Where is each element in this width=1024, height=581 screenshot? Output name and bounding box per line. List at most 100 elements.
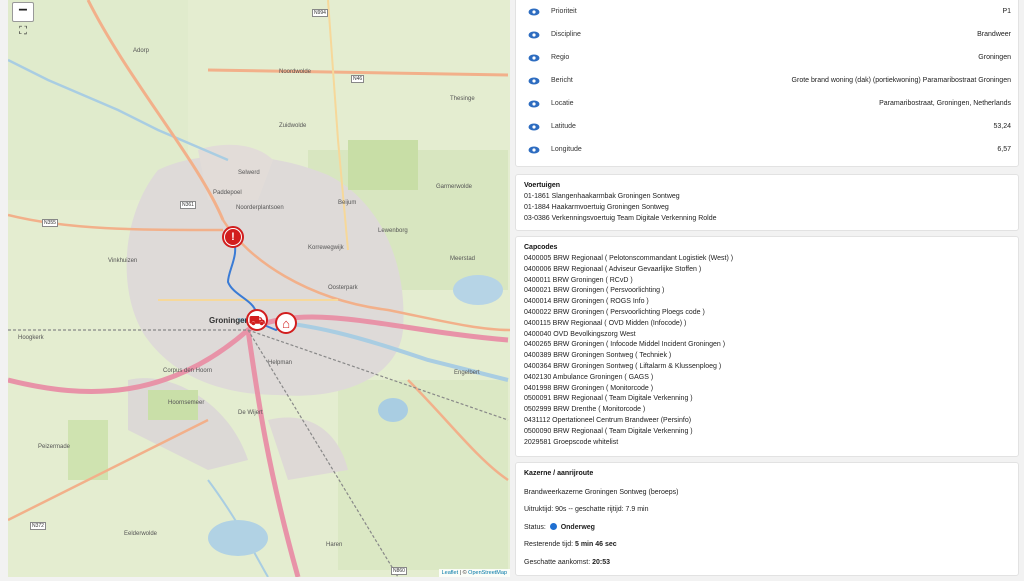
kazerne-name: Brandweerkazerne Groningen Sontweg (bero… [524,489,679,496]
road-shield-n355: N355 [42,219,58,227]
map-label-adorp: Adorp [133,48,150,54]
detail-label: Prioriteit [551,8,577,15]
fullscreen-icon[interactable]: ⛶ [16,24,30,38]
detail-label: Bericht [551,77,573,84]
map-label-corpus: Corpus den Hoorn [163,368,213,374]
kazerne-remaining: Resterende tijd: 5 min 46 sec [524,541,617,548]
road-shield-n860: N860 [391,567,407,575]
fire-station-marker[interactable]: ⌂ [275,312,297,334]
list-item: 0400115 BRW Regionaal ( OVD Midden (Info… [524,319,687,327]
detail-value: Brandweer [977,31,1011,38]
list-item: 0400021 BRW Groningen ( Persvoorlichting… [524,287,665,295]
map-label-oosterpark: Oosterpark [328,285,358,291]
list-item: 0400005 BRW Regionaal ( Pelotonscommanda… [524,255,734,262]
detail-label: Discipline [551,31,581,38]
remaining-label: Resterende tijd: [524,541,574,548]
detail-row-latitude: Latitude 53,24 [516,115,1020,138]
map-label-helpman: Helpman [268,360,293,366]
incident-details-card: Prioriteit P1 Discipline Brandweer Regio… [515,0,1019,167]
list-item: 0402130 Ambulance Groningen ( GAGS ) [524,373,654,381]
eye-icon[interactable] [528,100,540,108]
status-dot-icon [549,523,557,530]
remaining-value: 5 min 46 sec [574,541,617,548]
leaflet-link[interactable]: Leaflet [442,570,459,576]
exclamation-icon: ! [225,229,241,245]
detail-label: Regio [551,54,570,61]
eye-icon[interactable] [528,146,540,154]
capcodes-title: Capcodes [524,244,558,251]
map-label-zuidwolde: Zuidwolde [279,123,307,129]
detail-value: Grote brand woning (dak) (portiekwoning)… [791,77,1011,84]
list-item: 0502999 BRW Drenthe ( Monitorcode ) [524,406,646,414]
detail-value: P1 [1002,8,1011,15]
list-item: 0400011 BRW Groningen ( RCvD ) [524,276,633,284]
list-item: 01-1861 Slangenhaakarmbak Groningen Sont… [524,193,680,200]
map-label-selwerd: Selwerd [238,170,260,176]
detail-row-bericht: Bericht Grote brand woning (dak) (portie… [516,69,1020,92]
list-item: 0500090 BRW Regionaal ( Team Digitale Ve… [524,427,693,435]
list-item: 0401998 BRW Groningen ( Monitorcode ) [524,384,654,392]
list-item: 0400014 BRW Groningen ( ROGS Info ) [524,298,649,306]
eye-icon[interactable] [528,54,540,62]
eye-icon[interactable] [528,123,540,131]
detail-label: Longitude [551,146,582,153]
map-label-hoogkerk: Hoogkerk [18,335,44,341]
kazerne-status: Status: Onderweg [524,523,595,531]
map-label-noordwolde: Noordwolde [279,69,312,75]
road-shield-n994: N994 [312,9,328,17]
road-shield-n361: N361 [180,201,196,209]
map-label-vinkhuizen: Vinkhuizen [108,258,138,264]
detail-row-prioriteit: Prioriteit P1 [516,0,1020,23]
map-label-peizermade: Peizermade [38,444,71,450]
fire-station-icon: ⌂ [282,315,290,331]
detail-row-longitude: Longitude 6,57 [516,138,1020,161]
osm-link[interactable]: OpenStreetMap [468,570,507,576]
map-label-beijum: Beijum [338,200,357,206]
list-item: 0500091 BRW Regionaal ( Team Digitale Ve… [524,395,693,403]
details-panel: Prioriteit P1 Discipline Brandweer Regio… [515,0,1019,581]
eye-icon[interactable] [528,8,540,16]
voertuigen-title: Voertuigen [524,182,561,189]
arrival-value: 20:53 [592,559,611,566]
eye-icon[interactable] [528,77,540,85]
list-item: 0400006 BRW Regionaal ( Adviseur Gevaarl… [524,265,702,273]
map-label-garmerwolde: Garmerwolde [436,184,473,190]
map-label-thesinge: Thesinge [450,96,475,102]
detail-value: 6,57 [997,146,1011,153]
map-tiles [8,0,510,577]
zoom-out-button[interactable]: − [12,2,34,22]
detail-row-discipline: Discipline Brandweer [516,23,1020,46]
road-shield-n372: N372 [30,522,46,530]
detail-label: Latitude [551,123,576,130]
road-shield-n46: N46 [351,75,365,83]
fire-truck-icon: ⛟ [248,312,266,328]
map-attribution: Leaflet | © OpenStreetMap [438,569,510,577]
list-item: 0400389 BRW Groningen Sontweg ( Techniek… [524,352,672,360]
incident-marker[interactable]: ! [222,226,244,248]
detail-row-regio: Regio Groningen [516,46,1020,69]
status-label: Status: [524,524,546,531]
kazerne-title: Kazerne / aanrijroute [524,470,594,477]
list-item: 01-1884 Haakarmvoertuig Groningen Sontwe… [524,203,669,211]
map-label-haren: Haren [326,542,343,548]
kazerne-timing: Uitruktijd: 90s -- geschatte rijtijd: 7.… [524,506,649,513]
voertuigen-list: 01-1861 Slangenhaakarmbak Groningen Sont… [524,192,717,224]
detail-value: Paramaribostraat, Groningen, Netherlands [879,100,1011,107]
list-item: 2029581 Groepscode whitelist [524,438,619,446]
eye-icon[interactable] [528,31,540,39]
map-label-lewenborg: Lewenborg [378,228,408,234]
kazerne-card: Kazerne / aanrijroute Brandweerkazerne G… [515,462,1019,576]
list-item: 0400040 OVD Bevolkingszorg West [524,330,636,338]
vehicle-marker[interactable]: ⛟ [246,309,268,331]
map-label-noorderplantsoen: Noorderplantsoen [236,205,284,211]
map-label-hoornsemeer: Hoornsemeer [168,400,205,406]
map[interactable]: − ⛶ Adorp Noordwolde Zuidwolde Thesinge … [8,0,510,577]
list-item: 0400364 BRW Groningen Sontweg ( Liftalar… [524,362,722,370]
app-root: − ⛶ Adorp Noordwolde Zuidwolde Thesinge … [0,0,1024,581]
map-label-eelderwolde: Eelderwolde [124,531,158,537]
status-value: Onderweg [560,524,595,531]
capcodes-card: Capcodes 0400005 BRW Regionaal ( Peloton… [515,236,1019,457]
list-item: 0431112 Opertationeel Centrum Brandweer … [524,416,692,424]
detail-label: Locatie [551,100,574,107]
list-item: 03-0386 Verkenningsvoertuig Team Digital… [524,214,717,222]
